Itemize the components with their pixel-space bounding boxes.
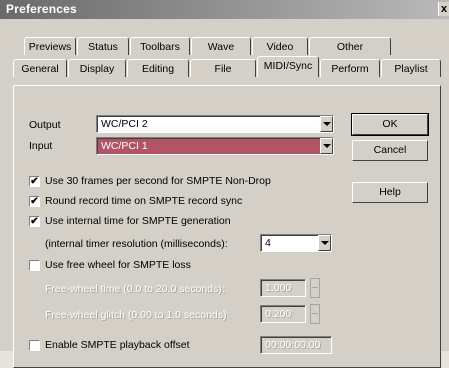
output-dropdown-arrow-icon[interactable] xyxy=(320,116,333,132)
ok-button[interactable]: OK xyxy=(351,113,429,136)
cancel-button[interactable]: Cancel xyxy=(352,140,428,161)
output-select[interactable]: WC/PCI 2 xyxy=(96,115,334,133)
playback-offset-checkbox[interactable] xyxy=(29,340,40,351)
tab-perform[interactable]: Perform xyxy=(320,59,380,77)
use-30fps-label: Use 30 frames per second for SMPTE Non-D… xyxy=(45,175,271,187)
tab-video[interactable]: Video xyxy=(252,37,308,55)
title-bar[interactable]: Preferences x xyxy=(0,0,449,19)
input-dropdown-arrow-icon[interactable] xyxy=(320,138,333,154)
round-record-checkbox[interactable]: ✔ xyxy=(29,196,40,207)
free-wheel-glitch-value: 0.200 xyxy=(265,308,292,320)
use-30fps-checkbox[interactable]: ✔ xyxy=(29,176,40,187)
free-wheel-glitch-field[interactable]: 0.200 xyxy=(260,305,306,323)
input-value: WC/PCI 1 xyxy=(101,140,148,152)
internal-time-label: Use internal time for SMPTE generation xyxy=(45,215,231,227)
tab-status[interactable]: Status xyxy=(77,37,129,55)
input-label: Input xyxy=(29,140,53,152)
input-select[interactable]: WC/PCI 1 xyxy=(96,137,334,155)
output-label: Output xyxy=(29,119,61,131)
tab-editing[interactable]: Editing xyxy=(127,59,189,77)
playback-offset-field[interactable]: 00:00:00.00 xyxy=(260,336,332,354)
tab-other[interactable]: Other xyxy=(309,37,391,55)
preferences-window: Preferences x Previews Status Toolbars W… xyxy=(0,0,449,368)
free-wheel-time-field[interactable]: 1.000 xyxy=(260,279,306,297)
tab-toolbars[interactable]: Toolbars xyxy=(130,37,190,55)
free-wheel-label: Use free wheel for SMPTE loss xyxy=(45,259,191,271)
help-button[interactable]: Help xyxy=(352,182,428,203)
free-wheel-time-value: 1.000 xyxy=(265,282,292,294)
free-wheel-glitch-label: Free-wheel glitch (0.00 to 1.0 seconds): xyxy=(45,309,230,321)
close-button[interactable]: x xyxy=(438,2,449,16)
timer-resolution-value: 4 xyxy=(265,237,271,249)
tab-midi-sync[interactable]: MIDI/Sync xyxy=(257,56,319,77)
tab-file[interactable]: File xyxy=(190,59,256,77)
tab-playlist[interactable]: Playlist xyxy=(381,59,441,77)
timer-resolution-arrow-icon[interactable] xyxy=(318,235,331,251)
free-wheel-time-spinner-icon[interactable] xyxy=(310,278,320,298)
internal-time-checkbox[interactable]: ✔ xyxy=(29,216,40,227)
tab-display[interactable]: Display xyxy=(68,59,126,77)
tab-general[interactable]: General xyxy=(13,59,67,77)
midi-sync-panel: Output WC/PCI 2 Input WC/PCI 1 OK Cancel… xyxy=(13,85,441,368)
free-wheel-checkbox[interactable] xyxy=(29,260,40,271)
timer-resolution-select[interactable]: 4 xyxy=(260,234,332,252)
free-wheel-time-label: Free-wheel time (0.0 to 20.0 seconds): xyxy=(45,283,225,295)
tab-wave[interactable]: Wave xyxy=(191,37,251,55)
playback-offset-label: Enable SMPTE playback offset xyxy=(45,339,190,351)
window-title: Preferences xyxy=(6,2,77,16)
free-wheel-glitch-spinner-icon[interactable] xyxy=(310,304,320,324)
timer-resolution-label: (internal timer resolution (milliseconds… xyxy=(45,238,228,250)
dialog-body: Previews Status Toolbars Wave Video Othe… xyxy=(0,19,449,368)
playback-offset-value: 00:00:00.00 xyxy=(265,339,321,351)
round-record-label: Round record time on SMPTE record sync xyxy=(45,195,243,207)
output-value: WC/PCI 2 xyxy=(101,118,148,130)
tab-previews[interactable]: Previews xyxy=(24,37,76,55)
